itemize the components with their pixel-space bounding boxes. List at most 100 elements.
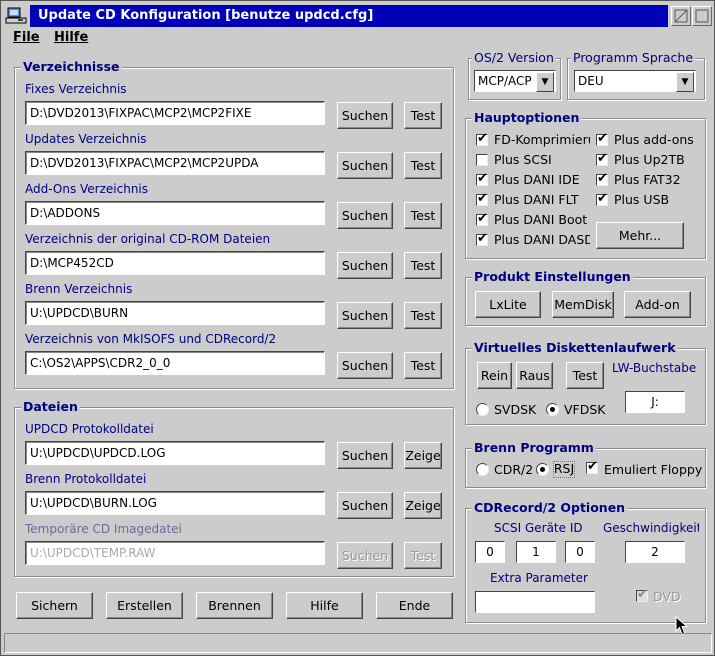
title-bar[interactable]: Update CD Konfiguration [benutze updcd.c… bbox=[2, 2, 714, 28]
dir-input[interactable]: D:\DVD2013\FIXPAC\MCP2\MCP2FIXE bbox=[25, 101, 325, 125]
option-checkbox[interactable] bbox=[476, 191, 488, 206]
option-checkbox[interactable] bbox=[596, 171, 608, 186]
cdrecord-options-title: CDRecord/2 Optionen bbox=[472, 500, 628, 516]
dir-input[interactable]: D:\MCP452CD bbox=[25, 251, 325, 275]
dir-search-button[interactable]: Suchen bbox=[337, 252, 393, 279]
memdisk-button[interactable]: MemDisk bbox=[552, 291, 614, 318]
burn-button[interactable]: Brennen bbox=[196, 592, 273, 619]
file-action-button[interactable]: Zeige bbox=[404, 442, 442, 469]
dir-label: Updates Verzeichnis bbox=[25, 132, 147, 146]
drive-letter-field[interactable]: J: bbox=[625, 391, 685, 413]
svdsk-radio[interactable] bbox=[476, 403, 489, 416]
extra-params-label: Extra Parameter bbox=[490, 571, 588, 585]
option-label: Plus DANI FLT bbox=[494, 192, 579, 207]
maximize-button[interactable] bbox=[692, 6, 712, 26]
rsj-radio[interactable] bbox=[536, 463, 549, 476]
option-checkbox[interactable] bbox=[476, 154, 488, 166]
file-action-button[interactable]: Zeige bbox=[404, 492, 442, 519]
option-label: Plus DANI Boot bbox=[494, 212, 588, 227]
extra-params-field[interactable] bbox=[475, 591, 595, 613]
minimize-icon bbox=[674, 9, 688, 23]
file-input[interactable]: U:\UPDCD\TEMP.RAW bbox=[25, 541, 325, 565]
vfdsk-label: VFDSK bbox=[564, 402, 606, 417]
os2-version-select[interactable]: MCP/ACP ▼ bbox=[474, 70, 556, 92]
system-menu-icon[interactable] bbox=[5, 5, 27, 27]
floppy-out-button[interactable]: Raus bbox=[516, 362, 553, 389]
dir-test-button[interactable]: Test bbox=[404, 152, 442, 179]
dir-test-button[interactable]: Test bbox=[404, 202, 442, 229]
file-input[interactable]: U:\UPDCD\BURN.LOG bbox=[25, 491, 325, 515]
more-options-button[interactable]: Mehr... bbox=[596, 222, 684, 249]
chevron-down-icon[interactable]: ▼ bbox=[536, 72, 554, 92]
svdsk-label: SVDSK bbox=[494, 402, 537, 417]
option-checkbox[interactable] bbox=[476, 231, 488, 246]
language-select[interactable]: DEU ▼ bbox=[574, 70, 696, 92]
option-checkbox[interactable] bbox=[596, 151, 608, 166]
option-checkbox[interactable] bbox=[596, 191, 608, 206]
dir-label: Fixes Verzeichnis bbox=[25, 82, 127, 96]
option-checkbox[interactable] bbox=[476, 171, 488, 186]
dir-label: Brenn Verzeichnis bbox=[25, 282, 133, 296]
main-window: Update CD Konfiguration [benutze updcd.c… bbox=[0, 0, 715, 656]
file-search-button[interactable]: Suchen bbox=[337, 492, 393, 519]
option-label: Plus add-ons bbox=[614, 132, 694, 147]
scsi-target-field[interactable]: 1 bbox=[516, 541, 556, 563]
option-label: Plus FAT32 bbox=[614, 172, 681, 187]
lxlite-button[interactable]: LxLite bbox=[475, 291, 541, 318]
rsj-label: RSJ bbox=[551, 459, 577, 480]
save-button[interactable]: Sichern bbox=[16, 592, 93, 619]
dir-search-button[interactable]: Suchen bbox=[337, 202, 393, 229]
cdr2-radio[interactable] bbox=[476, 463, 489, 476]
emulate-floppy-checkbox[interactable] bbox=[586, 459, 598, 474]
dir-search-button[interactable]: Suchen bbox=[337, 352, 393, 379]
scsi-bus-field[interactable]: 0 bbox=[475, 541, 505, 563]
emulate-floppy-label: Emuliert Floppy bbox=[604, 462, 703, 477]
speed-field[interactable]: 2 bbox=[625, 541, 685, 563]
dir-input[interactable]: D:\ADDONS bbox=[25, 201, 325, 225]
dir-search-button[interactable]: Suchen bbox=[337, 152, 393, 179]
exit-button[interactable]: Ende bbox=[376, 592, 453, 619]
dir-search-button[interactable]: Suchen bbox=[337, 102, 393, 129]
dir-test-button[interactable]: Test bbox=[404, 102, 442, 129]
dir-input[interactable]: D:\DVD2013\FIXPAC\MCP2\MCP2UPDA bbox=[25, 151, 325, 175]
floppy-in-button[interactable]: Rein bbox=[477, 362, 512, 389]
dir-label: Add-Ons Verzeichnis bbox=[25, 182, 149, 196]
option-label: FD-Komprimierun bbox=[494, 132, 590, 147]
floppy-test-button[interactable]: Test bbox=[566, 362, 604, 389]
menu-help[interactable]: Hilfe bbox=[54, 28, 88, 48]
product-settings-title: Produkt Einstellungen bbox=[472, 269, 633, 285]
scsi-lun-field[interactable]: 0 bbox=[565, 541, 595, 563]
dir-test-button[interactable]: Test bbox=[404, 302, 442, 329]
option-label: Plus DANI IDE bbox=[494, 172, 580, 187]
chevron-down-icon[interactable]: ▼ bbox=[676, 72, 694, 92]
dir-label: Verzeichnis von MkISOFS und CDRecord/2 bbox=[25, 332, 277, 346]
dir-input[interactable]: U:\UPDCD\BURN bbox=[25, 301, 325, 325]
dir-test-button[interactable]: Test bbox=[404, 352, 442, 379]
file-search-button[interactable]: Suchen bbox=[337, 442, 393, 469]
create-button[interactable]: Erstellen bbox=[106, 592, 183, 619]
speed-label: Geschwindigkeit bbox=[603, 521, 699, 535]
help-button[interactable]: Hilfe bbox=[286, 592, 363, 619]
dir-test-button[interactable]: Test bbox=[404, 252, 442, 279]
cdr2-label: CDR/2 bbox=[494, 462, 534, 477]
file-label: Temporäre CD Imagedatei bbox=[25, 522, 182, 536]
addon-button[interactable]: Add-on bbox=[624, 291, 691, 318]
dir-search-button[interactable]: Suchen bbox=[337, 302, 393, 329]
vfdsk-radio[interactable] bbox=[546, 403, 559, 416]
menu-bar: File Hilfe bbox=[2, 28, 714, 48]
main-options-title: Hauptoptionen bbox=[472, 110, 582, 126]
file-search-button[interactable]: Suchen bbox=[337, 542, 393, 569]
option-label: Plus DANI DASD bbox=[494, 232, 590, 247]
file-input[interactable]: U:\UPDCD\UPDCD.LOG bbox=[25, 441, 325, 465]
window-title: Update CD Konfiguration [benutze updcd.c… bbox=[30, 5, 668, 27]
dvd-checkbox[interactable] bbox=[636, 587, 648, 602]
option-checkbox[interactable] bbox=[596, 131, 608, 146]
directories-title: Verzeichnisse bbox=[21, 59, 122, 75]
dir-input[interactable]: C:\OS2\APPS\CDR2_0_0 bbox=[25, 351, 325, 375]
file-action-button[interactable]: Test bbox=[404, 542, 442, 569]
minimize-button[interactable] bbox=[671, 6, 691, 26]
option-checkbox[interactable] bbox=[476, 131, 488, 146]
menu-file[interactable]: File bbox=[13, 28, 40, 48]
virtual-floppy-title: Virtuelles Diskettenlaufwerk bbox=[472, 340, 678, 356]
option-checkbox[interactable] bbox=[476, 211, 488, 226]
